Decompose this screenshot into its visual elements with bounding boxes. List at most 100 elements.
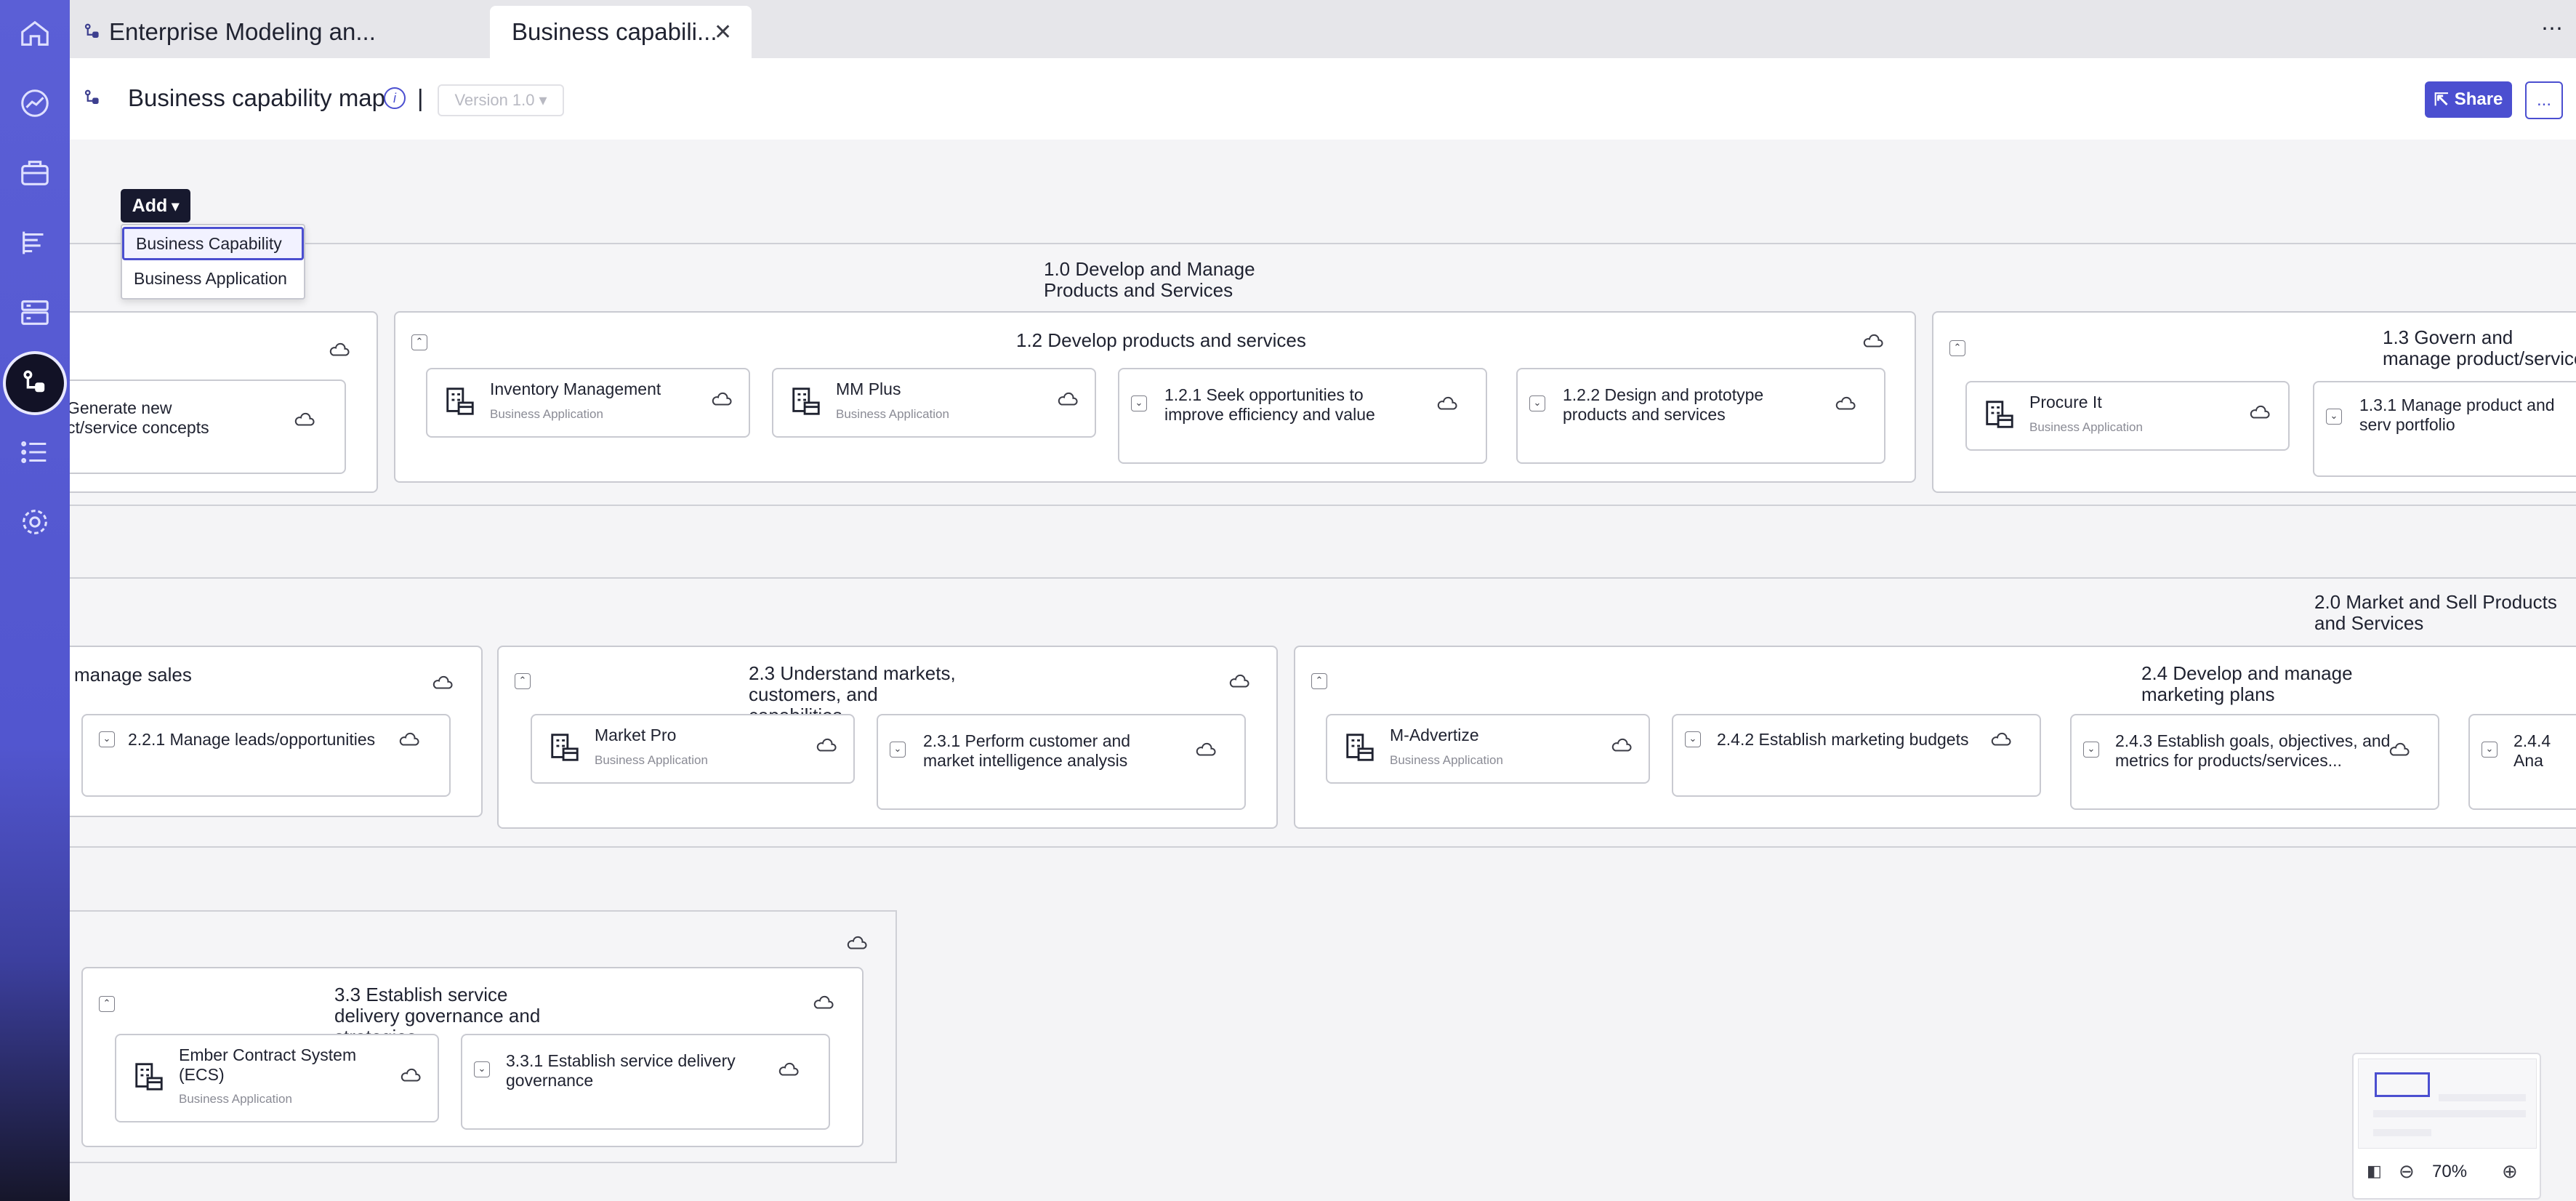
- collapse-icon[interactable]: ⌃: [1949, 340, 1965, 356]
- share-label: Share: [2454, 89, 2503, 109]
- capability-card-label: 1.2.2 Design and prototype products and …: [1563, 385, 1764, 424]
- minimap-viewport-area[interactable]: [2358, 1059, 2537, 1149]
- page-header: Business capability map i | Version 1.0 ▾: [70, 58, 2576, 141]
- expand-icon[interactable]: ⌄: [2326, 409, 2342, 425]
- capability-title: 2.0 Market and Sell Products and Service…: [2314, 591, 2557, 634]
- application-icon: [135, 1063, 163, 1090]
- cloud-icon[interactable]: [1195, 742, 1217, 758]
- roadmap-icon[interactable]: [12, 220, 58, 266]
- capability-card-label: 2.4.4 Ana custome: [2513, 731, 2576, 772]
- analytics-icon[interactable]: [12, 80, 58, 126]
- database-icon[interactable]: [12, 289, 58, 336]
- tab-bar: Enterprise Modeling an... Business capab…: [70, 0, 2576, 58]
- cloud-icon[interactable]: [398, 731, 420, 747]
- add-button[interactable]: Add ▾: [121, 189, 190, 222]
- more-options-button[interactable]: ...: [2525, 81, 2563, 119]
- application-name: Procure It: [2029, 393, 2102, 411]
- cloud-icon[interactable]: [1611, 737, 1633, 753]
- application-type: Business Application: [836, 407, 949, 421]
- application-type: Business Application: [595, 753, 708, 767]
- add-label: Add: [132, 195, 168, 216]
- collapse-icon[interactable]: ⌃: [515, 673, 531, 689]
- cloud-icon[interactable]: [1228, 673, 1250, 689]
- cloud-icon[interactable]: [432, 675, 454, 691]
- cloud-icon[interactable]: [1057, 391, 1079, 407]
- expand-icon[interactable]: ⌄: [1529, 395, 1545, 411]
- application-icon: [1346, 734, 1374, 761]
- expand-icon[interactable]: ⌄: [2482, 742, 2497, 758]
- minimap-viewport-indicator[interactable]: [2375, 1072, 2430, 1097]
- cloud-icon[interactable]: [846, 935, 868, 951]
- chevron-down-icon: ▾: [539, 91, 547, 109]
- modeling-icon[interactable]: [6, 354, 64, 412]
- capability-card-label: 2.4.3 Establish goals, objectives, and m…: [2115, 731, 2391, 770]
- more-label: ...: [2536, 90, 2551, 110]
- capability-title: 1.2 Develop products and services: [1016, 329, 1306, 351]
- list-icon[interactable]: [12, 429, 58, 475]
- title-separator: |: [417, 84, 424, 111]
- cloud-icon[interactable]: [813, 995, 834, 1011]
- settings-icon[interactable]: [12, 499, 58, 545]
- capability-card[interactable]: [1672, 714, 2041, 797]
- cloud-icon[interactable]: [2249, 404, 2271, 420]
- collapse-icon[interactable]: ⌃: [411, 334, 427, 350]
- capability-title: 2.4 Develop and manage marketing plans: [2141, 662, 2353, 705]
- zoom-in-icon[interactable]: ⊕: [2502, 1160, 2518, 1183]
- capability-card-label: 3.3.1 Establish service delivery governa…: [506, 1051, 736, 1090]
- cloud-icon[interactable]: [329, 342, 350, 358]
- expand-icon[interactable]: ⌄: [890, 742, 906, 758]
- application-name: Inventory Management: [490, 379, 661, 398]
- cloud-icon[interactable]: [400, 1067, 422, 1083]
- collapse-icon[interactable]: ⌃: [99, 996, 115, 1012]
- zoom-out-icon[interactable]: ⊖: [2399, 1160, 2415, 1183]
- cloud-icon[interactable]: [2388, 742, 2410, 758]
- capability-title: 1.3 Govern and manage product/service de…: [2383, 327, 2576, 369]
- cloud-icon[interactable]: [711, 391, 733, 407]
- application-name: M-Advertize: [1390, 726, 1479, 744]
- minimap[interactable]: ◧ ⊖ 70% ⊕: [2352, 1053, 2541, 1200]
- application-type: Business Application: [2029, 420, 2143, 434]
- minimap-toggle-icon[interactable]: ◧: [2367, 1162, 2387, 1181]
- share-button[interactable]: ⇱ Share: [2425, 81, 2512, 118]
- capability-map-canvas[interactable]: 1.0 Develop and Manage Products and Serv…: [70, 140, 2576, 1201]
- application-icon: [551, 734, 579, 761]
- application-type: Business Application: [1390, 753, 1503, 767]
- page-title: Business capability map: [128, 84, 386, 111]
- info-icon[interactable]: i: [384, 87, 406, 109]
- home-icon[interactable]: [12, 10, 58, 57]
- tabs-overflow-icon[interactable]: ⋯: [2541, 16, 2564, 41]
- cloud-icon[interactable]: [1862, 333, 1884, 349]
- expand-icon[interactable]: ⌄: [99, 731, 115, 747]
- version-select[interactable]: Version 1.0 ▾: [438, 84, 564, 116]
- application-icon: [792, 387, 820, 415]
- menu-item-business-application[interactable]: Business Application: [122, 262, 304, 295]
- collapse-icon[interactable]: ⌃: [1311, 673, 1327, 689]
- zoom-level: 70%: [2432, 1162, 2468, 1181]
- expand-icon[interactable]: ⌄: [1131, 395, 1147, 411]
- tab-business-capability[interactable]: Business capabili... ✕: [490, 6, 752, 58]
- cloud-icon[interactable]: [1436, 395, 1458, 411]
- capability-card-label: 2.3.1 Perform customer and market intell…: [923, 731, 1131, 770]
- application-name: MM Plus: [836, 379, 901, 398]
- close-icon[interactable]: ✕: [714, 20, 732, 45]
- menu-item-label: Business Capability: [136, 233, 282, 253]
- briefcase-icon[interactable]: [12, 150, 58, 196]
- cloud-icon[interactable]: [1990, 731, 2012, 747]
- expand-icon[interactable]: ⌄: [1685, 731, 1701, 747]
- version-label: Version 1.0: [454, 91, 535, 109]
- capability-title: 1.0 Develop and Manage Products and Serv…: [1044, 258, 1255, 301]
- modeling-icon: [84, 23, 99, 38]
- add-menu: Business Capability Business Application: [121, 224, 305, 300]
- cloud-icon[interactable]: [294, 411, 315, 427]
- chevron-down-icon: ▾: [172, 198, 180, 214]
- cloud-icon[interactable]: [778, 1061, 800, 1077]
- cloud-icon[interactable]: [1835, 395, 1856, 411]
- capability-card[interactable]: [81, 714, 451, 797]
- expand-icon[interactable]: ⌄: [474, 1061, 490, 1077]
- cloud-icon[interactable]: [816, 737, 837, 753]
- expand-icon[interactable]: ⌄: [2083, 742, 2099, 758]
- tab-enterprise-modeling[interactable]: Enterprise Modeling an...: [81, 6, 401, 58]
- menu-item-business-capability[interactable]: Business Capability: [122, 227, 304, 260]
- capability-title: manage sales: [74, 664, 192, 686]
- share-icon: ⇱: [2434, 89, 2449, 110]
